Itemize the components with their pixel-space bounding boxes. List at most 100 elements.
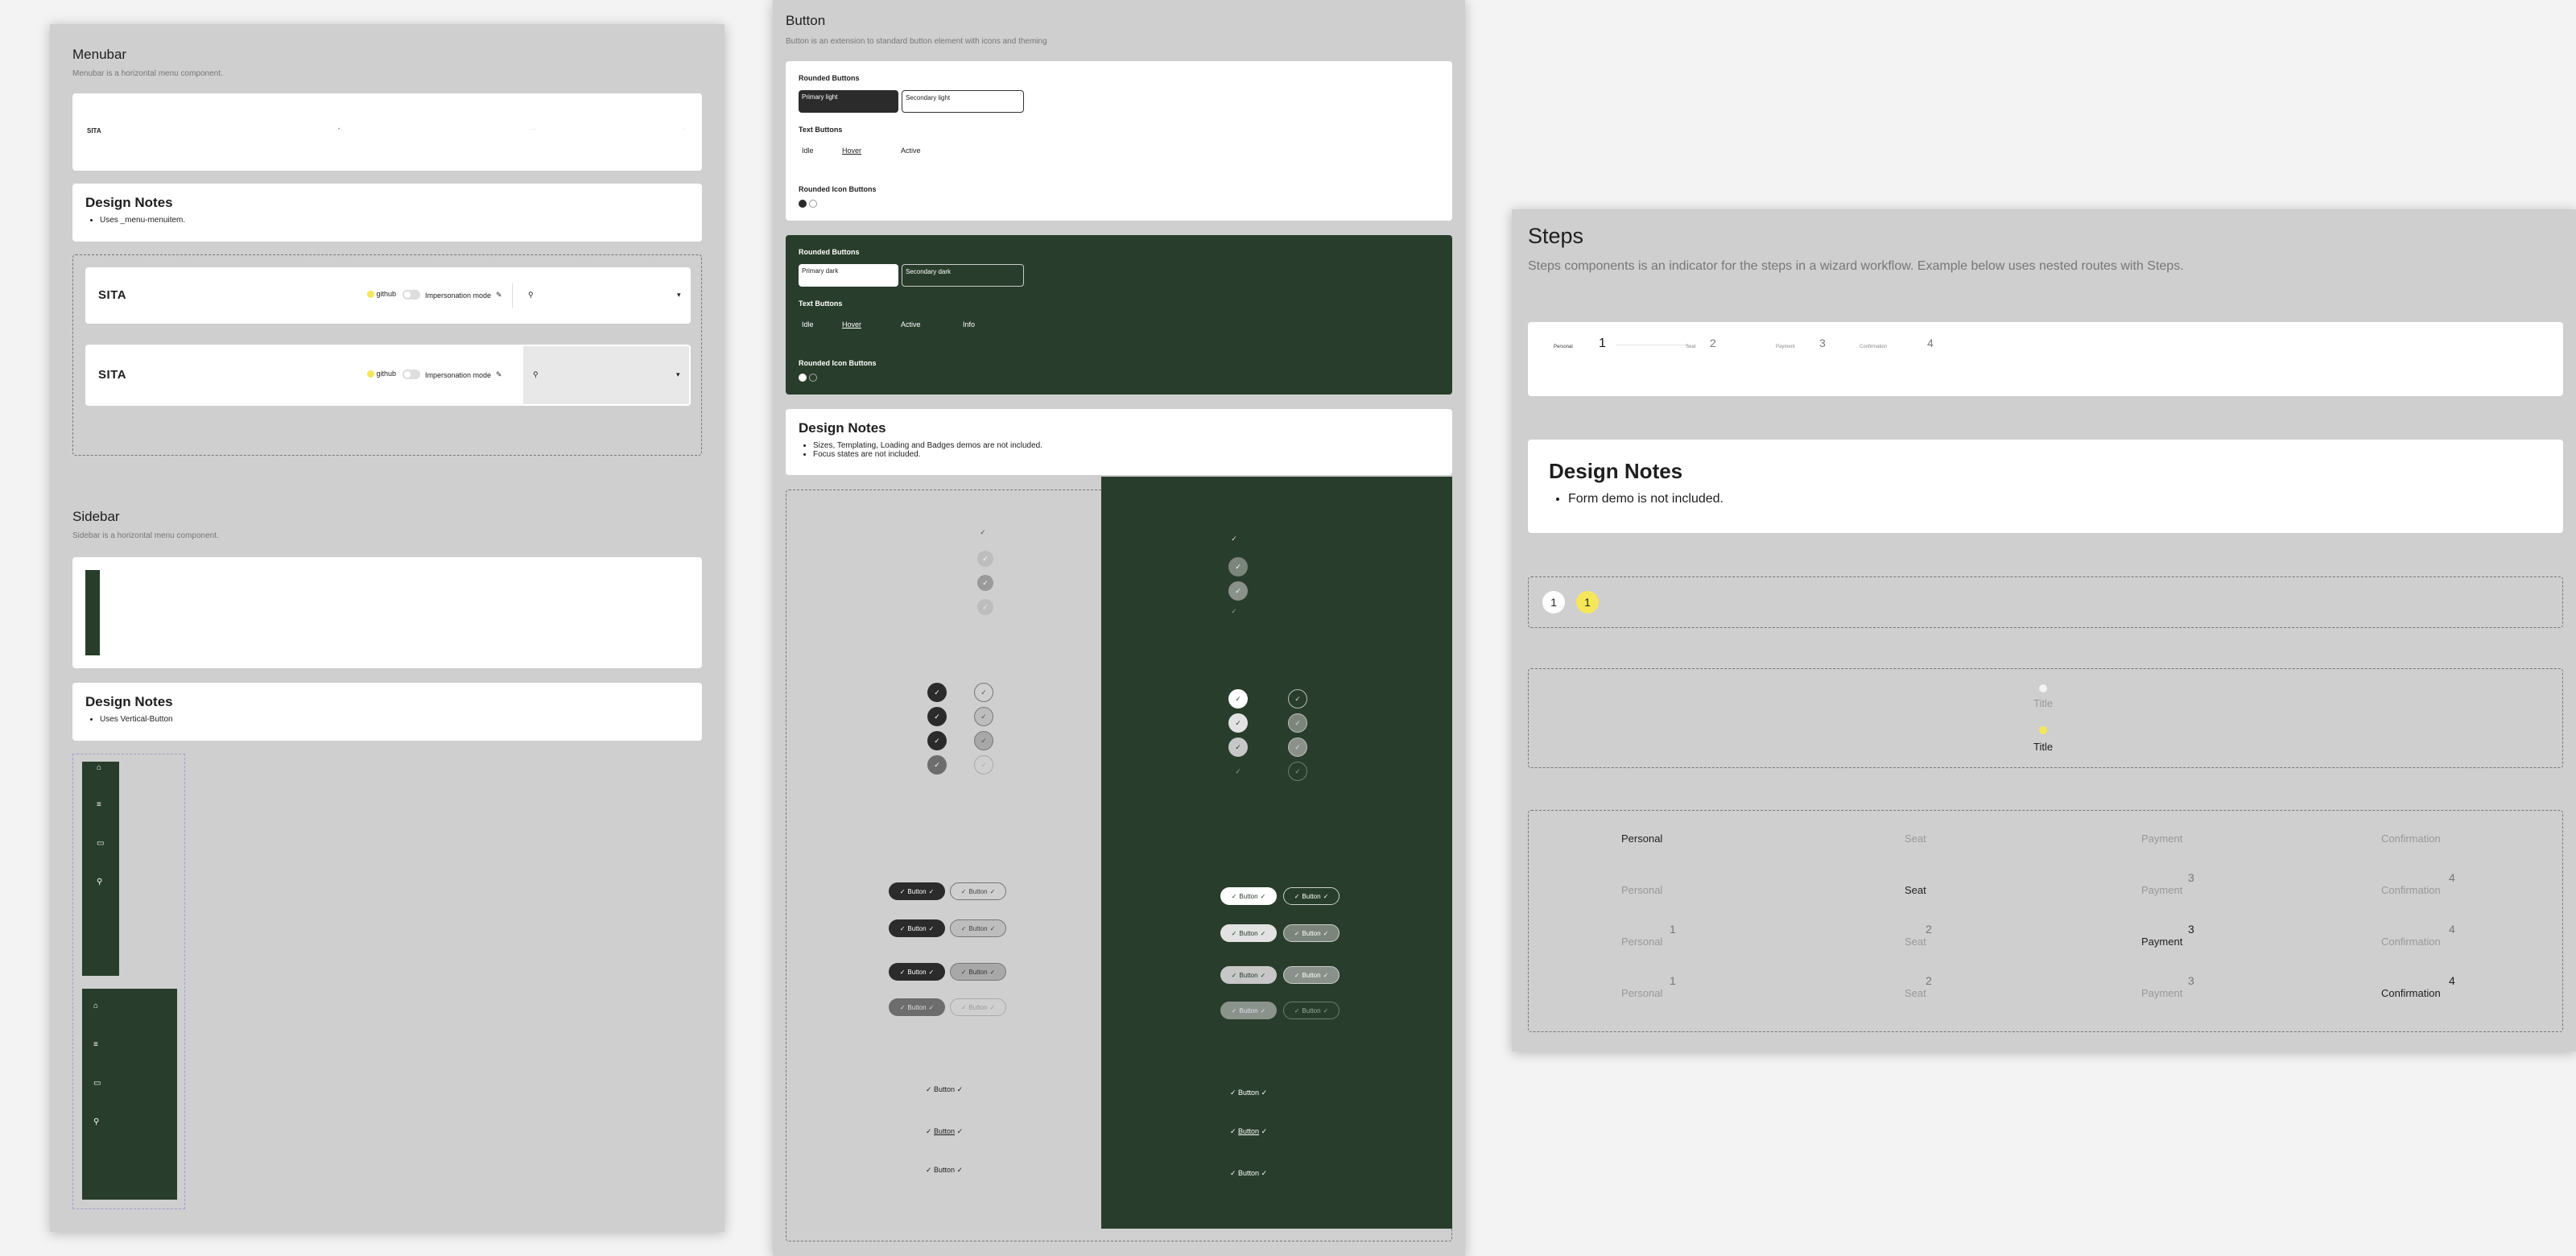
icon-button-light[interactable]	[799, 374, 807, 382]
search-icon[interactable]: ⚲	[97, 878, 102, 886]
impersonation-toggle[interactable]	[402, 370, 420, 379]
list-icon[interactable]: ≡	[93, 1040, 98, 1049]
check-icon[interactable]: ✓	[1228, 557, 1248, 576]
grid-step-personal[interactable]: Personal	[1621, 884, 1662, 896]
folder-icon[interactable]: ▭	[93, 1079, 101, 1088]
check-icon[interactable]: ✓	[974, 731, 993, 750]
pill-button-primary-active[interactable]: ✓ Button ✓	[1220, 966, 1277, 984]
check-icon[interactable]: ✓	[1288, 762, 1307, 781]
pill-button-primary-hover[interactable]: ✓ Button ✓	[889, 919, 945, 937]
pill-button-primary[interactable]: ✓ Button ✓	[1220, 887, 1277, 905]
step-label-personal[interactable]: Personal	[1554, 345, 1573, 349]
search-icon[interactable]: ⚲	[93, 1118, 99, 1126]
user-icon[interactable]: ⚲	[528, 291, 534, 300]
list-icon[interactable]: ≡	[97, 800, 101, 809]
grid-step-personal[interactable]: Personal	[1621, 936, 1662, 948]
pill-button-primary[interactable]: ✓ Button ✓	[889, 882, 945, 900]
impersonation-toggle[interactable]	[402, 290, 420, 300]
pill-button-secondary-hover[interactable]: ✓ Button ✓	[1283, 924, 1340, 942]
step-number-1[interactable]: 1	[1599, 337, 1606, 351]
check-icon[interactable]: ✓	[977, 575, 993, 591]
step-label-confirmation[interactable]: Confirmation	[1860, 345, 1887, 349]
step-label-seat[interactable]: Seat	[1686, 345, 1695, 349]
step-label-payment[interactable]: Payment	[1776, 345, 1795, 349]
check-icon[interactable]: ✓	[1228, 737, 1248, 757]
check-icon[interactable]: ✓	[1228, 605, 1240, 617]
pill-button-primary-hover[interactable]: ✓ Button ✓	[1220, 924, 1277, 942]
secondary-dark-button[interactable]: Secondary dark	[902, 264, 1024, 287]
check-icon[interactable]: ✓	[927, 731, 947, 750]
grid-step-personal[interactable]: Personal	[1621, 833, 1662, 845]
check-icon[interactable]: ✓	[1228, 689, 1248, 709]
check-icon[interactable]: ✓	[977, 599, 993, 615]
grid-step-seat[interactable]: Seat	[1905, 833, 1926, 845]
pill-button-primary-disabled[interactable]: ✓ Button ✓	[889, 998, 945, 1016]
text-button-info[interactable]: Info	[963, 320, 975, 328]
check-icon[interactable]: ✓	[1288, 689, 1307, 709]
pill-button-secondary-disabled[interactable]: ✓ Button ✓	[1283, 1002, 1340, 1019]
user-menu-hover[interactable]: ⚲ ▾	[523, 346, 689, 404]
check-icon[interactable]: ✓	[927, 683, 947, 702]
text-icon-button-active[interactable]: ✓ Button ✓	[1230, 1169, 1267, 1178]
check-icon[interactable]: ✓	[977, 551, 993, 567]
primary-dark-button[interactable]: Primary dark	[799, 264, 898, 287]
icon-button-light[interactable]	[809, 200, 817, 208]
pill-button-secondary-active[interactable]: ✓ Button ✓	[950, 963, 1006, 981]
pill-button-secondary-disabled[interactable]: ✓ Button ✓	[950, 998, 1006, 1016]
grid-step-confirmation[interactable]: Confirmation	[2381, 936, 2441, 948]
grid-step-payment[interactable]: Payment	[2141, 833, 2182, 845]
text-icon-button[interactable]: ✓ Button ✓	[1230, 1089, 1267, 1097]
chevron-down-icon[interactable]: ▾	[677, 291, 681, 300]
icon-button-dark[interactable]	[799, 200, 807, 208]
pill-button-primary-active[interactable]: ✓ Button ✓	[889, 963, 945, 981]
grid-step-payment[interactable]: Payment	[2141, 884, 2182, 896]
check-icon[interactable]: ✓	[974, 755, 993, 775]
edit-icon[interactable]: ✎	[496, 291, 502, 300]
text-button-idle[interactable]: Idle	[802, 147, 814, 155]
grid-step-confirmation[interactable]: Confirmation	[2381, 833, 2441, 845]
text-icon-button-active[interactable]: ✓ Button ✓	[926, 1166, 963, 1175]
check-icon[interactable]: ✓	[1228, 713, 1248, 733]
check-icon[interactable]: ✓	[1228, 581, 1248, 601]
grid-step-confirmation[interactable]: Confirmation	[2381, 987, 2441, 999]
check-icon[interactable]: ✓	[974, 707, 993, 726]
check-icon[interactable]: ✓	[927, 755, 947, 775]
check-icon[interactable]: ✓	[1288, 713, 1307, 733]
grid-step-seat[interactable]: Seat	[1905, 936, 1926, 948]
pill-button-primary-disabled[interactable]: ✓ Button ✓	[1220, 1002, 1277, 1019]
grid-step-seat[interactable]: Seat	[1905, 884, 1926, 896]
step-badge-idle[interactable]: 1	[1542, 591, 1565, 614]
grid-step-payment[interactable]: Payment	[2141, 936, 2182, 948]
github-icon[interactable]: github	[367, 370, 396, 378]
text-button-active[interactable]: Active	[901, 320, 921, 328]
folder-icon[interactable]: ▭	[97, 839, 104, 848]
github-icon[interactable]: github	[367, 290, 396, 299]
step-badge-active[interactable]: 1	[1576, 591, 1599, 614]
step-number-2[interactable]: 2	[1710, 337, 1716, 349]
step-title-active[interactable]: Title	[2033, 741, 2053, 753]
grid-step-confirmation[interactable]: Confirmation	[2381, 884, 2441, 896]
home-icon[interactable]: ⌂	[93, 1002, 98, 1010]
text-button-hover[interactable]: Hover	[842, 147, 861, 155]
check-icon[interactable]: ✓	[974, 683, 993, 702]
grid-step-seat[interactable]: Seat	[1905, 987, 1926, 999]
pill-button-secondary-active[interactable]: ✓ Button ✓	[1283, 966, 1340, 984]
grid-step-payment[interactable]: Payment	[2141, 987, 2182, 999]
text-icon-button-hover[interactable]: ✓ Button ✓	[926, 1127, 963, 1136]
check-icon[interactable]: ✓	[1228, 533, 1240, 544]
home-icon[interactable]: ⌂	[97, 763, 101, 772]
text-button-active[interactable]: Active	[901, 147, 921, 155]
check-icon[interactable]: ✓	[927, 707, 947, 726]
check-icon[interactable]: ✓	[1228, 762, 1248, 781]
text-button-idle[interactable]: Idle	[802, 320, 814, 328]
step-number-3[interactable]: 3	[1819, 337, 1826, 349]
step-number-4[interactable]: 4	[1927, 337, 1934, 349]
edit-icon[interactable]: ✎	[496, 370, 502, 379]
text-icon-button[interactable]: ✓ Button ✓	[926, 1085, 963, 1094]
step-title-idle[interactable]: Title	[2033, 697, 2053, 709]
icon-button-outline[interactable]	[809, 374, 817, 382]
grid-step-personal[interactable]: Personal	[1621, 987, 1662, 999]
check-icon[interactable]: ✓	[1288, 737, 1307, 757]
secondary-light-button[interactable]: Secondary light	[902, 90, 1024, 113]
pill-button-secondary-hover[interactable]: ✓ Button ✓	[950, 919, 1006, 937]
